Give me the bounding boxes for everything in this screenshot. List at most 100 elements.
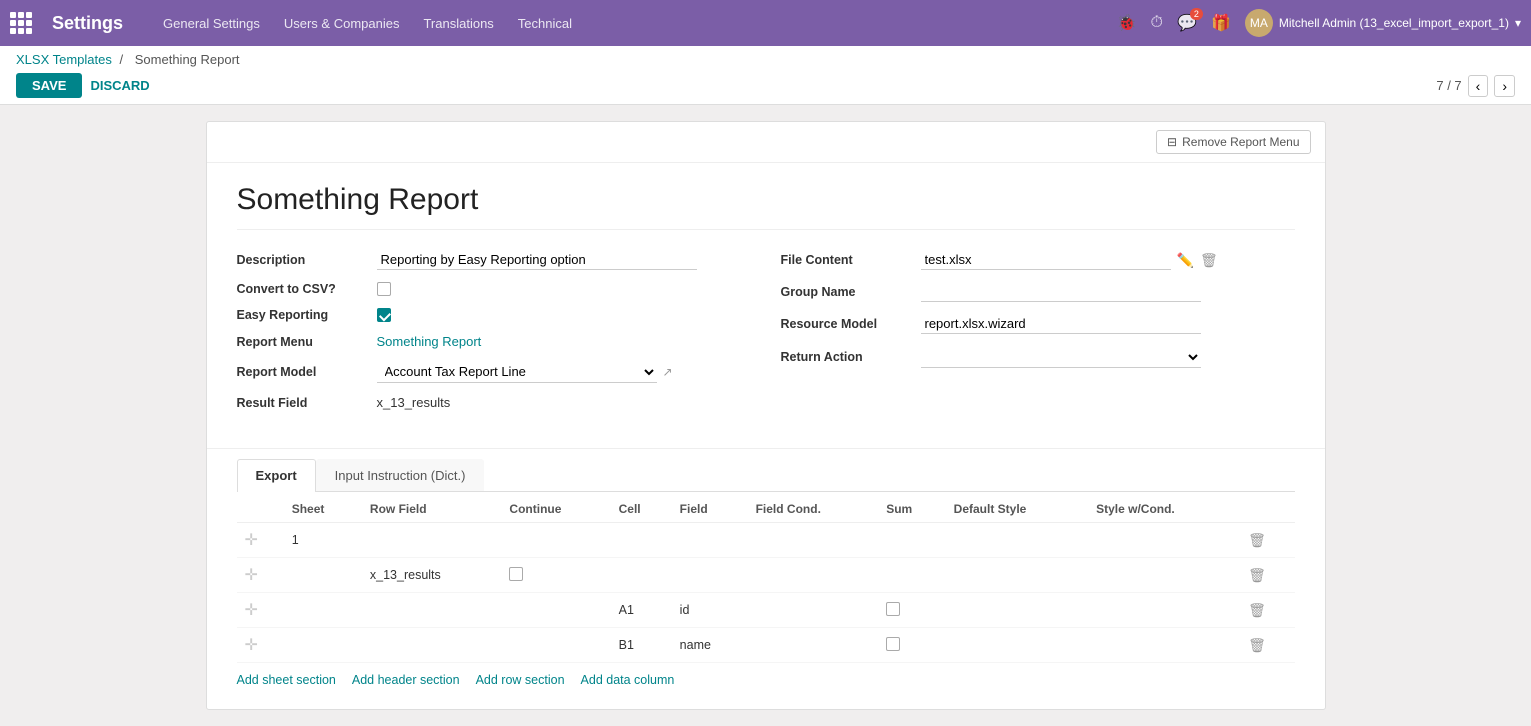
link-report-menu[interactable]: Something Report [377,334,482,349]
main-content: ⊟ Remove Report Menu Something Report De… [0,105,1531,726]
breadcrumb-current: Something Report [135,52,240,67]
row-delete-icon[interactable]: 🗑 [1248,567,1266,583]
breadcrumb-parent[interactable]: XLSX Templates [16,52,112,67]
cell-style-wcond [1088,628,1240,663]
field-group-name: Group Name [781,282,1295,302]
cell-continue [501,593,610,628]
add-header-section[interactable]: Add header section [352,673,460,687]
add-row-section[interactable]: Add row section [476,673,565,687]
cell-row-field [362,628,502,663]
user-menu[interactable]: MA Mitchell Admin (13_excel_import_expor… [1245,9,1521,37]
discard-button[interactable]: DISCARD [90,78,149,93]
drag-handle[interactable]: ✛ [245,567,258,584]
field-file-content: File Content ✏️ 🗑 [781,250,1295,270]
tabs-section: Export Input Instruction (Dict.) [207,448,1325,492]
label-group-name: Group Name [781,285,911,299]
cell-field: id [672,593,748,628]
col-continue: Continue [501,492,610,523]
main-menu: General Settings Users & Companies Trans… [153,12,582,35]
drag-handle[interactable]: ✛ [245,602,258,619]
input-resource-model[interactable] [921,314,1201,334]
field-easy-reporting: Easy Reporting [237,308,751,322]
trash-icon[interactable]: 🗑 [1200,252,1218,269]
next-page-button[interactable]: › [1494,75,1515,97]
external-link-icon[interactable]: ↗ [663,365,673,379]
label-easy-reporting: Easy Reporting [237,308,367,322]
menu-general-settings[interactable]: General Settings [153,12,270,35]
remove-report-menu-button[interactable]: ⊟ Remove Report Menu [1156,130,1310,154]
table-row: ✛ 1 🗑 [237,523,1295,558]
edit-icon[interactable]: ✏️ [1177,252,1194,269]
cell-cell: B1 [611,628,672,663]
value-result-field: x_13_results [377,395,451,410]
checkbox-easy-reporting[interactable] [377,308,391,322]
menu-translations[interactable]: Translations [413,12,503,35]
cell-continue [501,523,610,558]
cell-sum [878,593,945,628]
row-delete-icon[interactable]: 🗑 [1248,637,1266,653]
add-data-column[interactable]: Add data column [581,673,675,687]
breadcrumb: XLSX Templates / Something Report [16,52,1515,67]
col-style-wcond: Style w/Cond. [1088,492,1240,523]
col-cell: Cell [611,492,672,523]
card-header-bar: ⊟ Remove Report Menu [207,122,1325,163]
gift-icon[interactable]: 🎁 [1211,13,1231,33]
cell-style-wcond [1088,558,1240,593]
cell-sum [878,558,945,593]
save-button[interactable]: SAVE [16,73,82,98]
chat-icon[interactable]: 💬 2 [1177,13,1197,33]
tab-input-instruction[interactable]: Input Instruction (Dict.) [316,459,485,491]
select-return-action[interactable] [921,346,1201,368]
label-description: Description [237,253,367,267]
cell-default-style [946,558,1088,593]
col-actions [1240,492,1294,523]
menu-technical[interactable]: Technical [508,12,582,35]
sum-checkbox[interactable] [886,602,900,616]
cell-cell [611,558,672,593]
toolbar: SAVE DISCARD 7 / 7 ‹ › [16,73,1515,98]
cell-sum [878,523,945,558]
label-result-field: Result Field [237,396,367,410]
field-report-menu: Report Menu Something Report [237,334,751,349]
sum-checkbox[interactable] [886,637,900,651]
row-delete-icon[interactable]: 🗑 [1248,532,1266,548]
field-resource-model: Resource Model [781,314,1295,334]
field-return-action: Return Action [781,346,1295,368]
grid-menu-icon[interactable] [10,12,32,34]
add-sheet-section[interactable]: Add sheet section [237,673,336,687]
bug-icon[interactable]: 🐞 [1117,13,1137,33]
col-default-style: Default Style [946,492,1088,523]
cell-style-wcond [1088,523,1240,558]
table-row: ✛ A1 id 🗑 [237,593,1295,628]
input-description[interactable] [377,250,697,270]
drag-handle[interactable]: ✛ [245,532,258,549]
col-row-field: Row Field [362,492,502,523]
cell-field: name [672,628,748,663]
label-resource-model: Resource Model [781,317,911,331]
tab-export[interactable]: Export [237,459,316,492]
field-result-field: Result Field x_13_results [237,395,751,410]
cell-field-cond [748,523,879,558]
continue-checkbox[interactable] [509,567,523,581]
table-header-row: Sheet Row Field Continue Cell Field Fiel… [237,492,1295,523]
checkbox-convert-csv[interactable] [377,282,391,296]
field-report-model: Report Model Account Tax Report Line ↗ [237,361,751,383]
input-group-name[interactable] [921,282,1201,302]
input-file-content[interactable] [921,250,1171,270]
cell-default-style [946,628,1088,663]
pagination-text: 7 / 7 [1436,78,1461,93]
report-model-row: Account Tax Report Line ↗ [377,361,673,383]
tabs-header: Export Input Instruction (Dict.) [237,459,1295,492]
drag-handle[interactable]: ✛ [245,637,258,654]
prev-page-button[interactable]: ‹ [1468,75,1489,97]
cell-row-field [362,523,502,558]
row-delete-icon[interactable]: 🗑 [1248,602,1266,618]
select-report-model[interactable]: Account Tax Report Line [377,361,657,383]
menu-users-companies[interactable]: Users & Companies [274,12,410,35]
pagination: 7 / 7 ‹ › [1436,75,1515,97]
cell-field-cond [748,558,879,593]
form-left-column: Description Convert to CSV? Easy Reporti… [237,250,751,422]
clock-icon[interactable]: ⏱ [1151,14,1163,32]
label-return-action: Return Action [781,350,911,364]
col-drag [237,492,284,523]
